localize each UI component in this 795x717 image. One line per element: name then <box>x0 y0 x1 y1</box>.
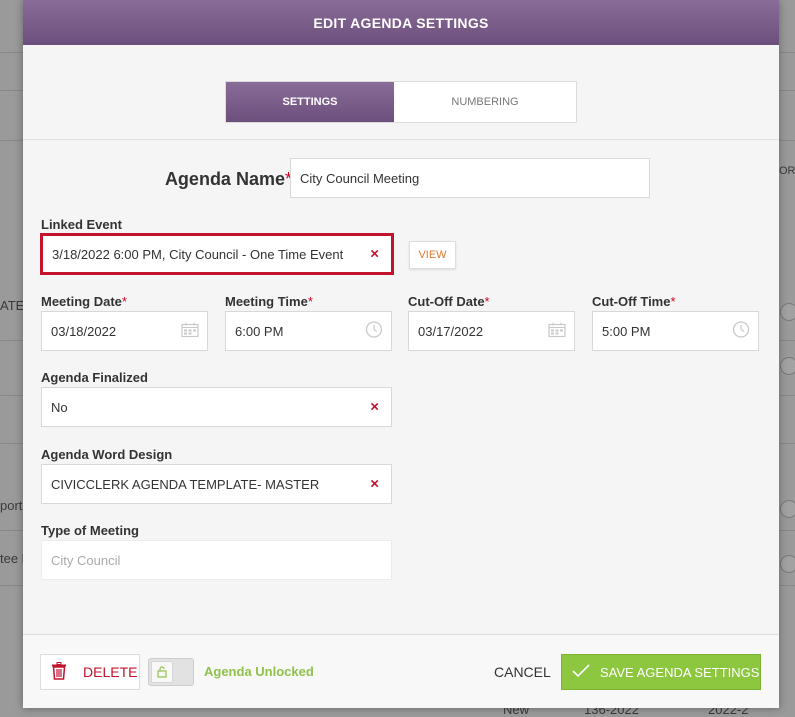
trash-icon <box>51 661 67 683</box>
type-of-meeting-field: City Council <box>41 540 392 580</box>
modal-title: EDIT AGENDA SETTINGS <box>313 14 489 31</box>
meeting-date-value: 03/18/2022 <box>51 323 117 339</box>
agenda-finalized-select[interactable]: No × <box>41 387 392 427</box>
cancel-button[interactable]: CANCEL <box>494 664 551 680</box>
linked-event-field[interactable]: 3/18/2022 6:00 PM, City Council - One Ti… <box>40 233 394 275</box>
delete-button[interactable]: DELETE <box>40 654 140 690</box>
type-of-meeting-value: City Council <box>51 552 121 568</box>
tabs-area: SETTINGS NUMBERING <box>23 45 779 140</box>
cutoff-date-label: Cut-Off Date* <box>408 294 490 309</box>
tab-settings[interactable]: SETTINGS <box>226 82 394 122</box>
cutoff-time-label: Cut-Off Time* <box>592 294 676 309</box>
clear-agenda-finalized-icon[interactable]: × <box>370 399 379 416</box>
meeting-time-input[interactable]: 6:00 PM <box>225 311 392 351</box>
cutoff-time-label-text: Cut-Off Time <box>592 294 671 309</box>
view-event-button[interactable]: VIEW <box>409 241 456 269</box>
clock-icon[interactable] <box>365 321 383 342</box>
lock-toggle[interactable] <box>148 658 194 686</box>
modal-header: EDIT AGENDA SETTINGS <box>23 0 779 45</box>
delete-label: DELETE <box>83 664 138 680</box>
calendar-icon[interactable] <box>181 322 199 341</box>
agenda-name-input[interactable]: City Council Meeting <box>290 158 650 198</box>
clear-linked-event-icon[interactable]: × <box>370 246 379 263</box>
bg-radio <box>780 303 795 321</box>
edit-agenda-settings-modal: EDIT AGENDA SETTINGS SETTINGS NUMBERING … <box>23 0 779 708</box>
check-icon <box>572 663 590 681</box>
cutoff-time-value: 5:00 PM <box>602 323 651 339</box>
cutoff-date-label-text: Cut-Off Date <box>408 294 485 309</box>
clock-icon[interactable] <box>732 321 750 342</box>
clear-word-design-icon[interactable]: × <box>370 476 379 493</box>
meeting-date-label: Meeting Date* <box>41 294 127 309</box>
bg-text: port <box>0 498 23 513</box>
bg-radio <box>780 500 795 518</box>
agenda-name-label: Agenda Name* <box>165 169 292 190</box>
meeting-time-label: Meeting Time* <box>225 294 313 309</box>
lock-status-label: Agenda Unlocked <box>204 664 314 679</box>
save-label: SAVE AGENDA SETTINGS <box>600 664 760 680</box>
linked-event-label: Linked Event <box>41 217 122 232</box>
meeting-date-input[interactable]: 03/18/2022 <box>41 311 208 351</box>
unlock-icon <box>151 661 173 683</box>
meeting-time-label-text: Meeting Time <box>225 294 308 309</box>
bg-text: ORD <box>779 165 795 177</box>
agenda-name-label-text: Agenda Name <box>164 169 285 189</box>
agenda-finalized-value: No <box>51 399 68 415</box>
agenda-finalized-label: Agenda Finalized <box>41 370 148 385</box>
required-marker: * <box>484 294 490 309</box>
type-of-meeting-label: Type of Meeting <box>41 523 139 538</box>
modal-footer: DELETE Agenda Unlocked CANCEL SAVE AGEND… <box>23 634 779 708</box>
cutoff-date-input[interactable]: 03/17/2022 <box>408 311 575 351</box>
linked-event-value: 3/18/2022 6:00 PM, City Council - One Ti… <box>52 246 344 262</box>
cutoff-date-value: 03/17/2022 <box>418 323 484 339</box>
cutoff-time-input[interactable]: 5:00 PM <box>592 311 759 351</box>
tab-bar: SETTINGS NUMBERING <box>225 81 577 123</box>
required-marker: * <box>307 294 313 309</box>
word-design-select[interactable]: CIVICCLERK AGENDA TEMPLATE- MASTER × <box>41 464 392 504</box>
meeting-date-label-text: Meeting Date <box>41 294 122 309</box>
agenda-name-value: City Council Meeting <box>300 170 420 186</box>
word-design-label: Agenda Word Design <box>41 447 173 462</box>
calendar-icon[interactable] <box>548 322 566 341</box>
required-marker: * <box>670 294 676 309</box>
tab-numbering[interactable]: NUMBERING <box>394 82 576 122</box>
meeting-time-value: 6:00 PM <box>235 323 284 339</box>
bg-radio <box>780 357 795 375</box>
required-marker: * <box>121 294 127 309</box>
bg-radio <box>780 555 795 573</box>
save-agenda-settings-button[interactable]: SAVE AGENDA SETTINGS <box>561 654 761 690</box>
word-design-value: CIVICCLERK AGENDA TEMPLATE- MASTER <box>51 476 320 492</box>
